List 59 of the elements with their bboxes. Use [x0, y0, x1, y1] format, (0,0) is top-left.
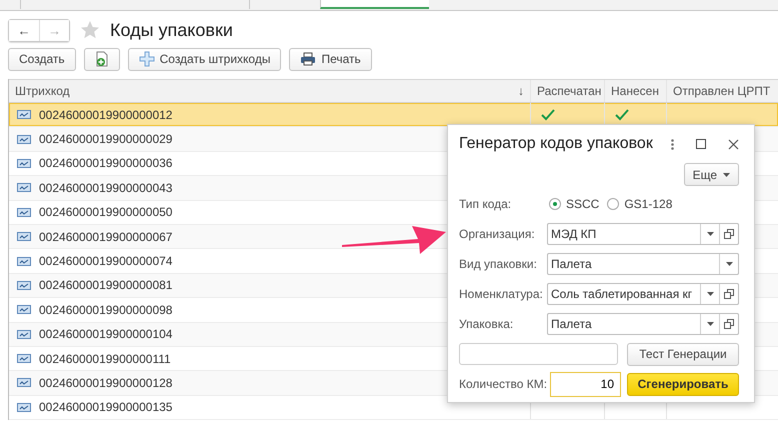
barcode-text: 00246000019900000128 [39, 376, 172, 390]
barcode-text: 00246000019900000012 [39, 108, 172, 122]
table-row[interactable]: 00246000019900000012 [9, 103, 778, 128]
tab[interactable] [320, 0, 429, 9]
barcode-text: 00246000019900000029 [39, 132, 172, 146]
barcode-icon [17, 305, 31, 314]
close-icon [728, 138, 739, 150]
column-header[interactable]: Отправлен ЦРПТ [667, 80, 778, 102]
column-header[interactable]: Распечатан [531, 80, 605, 102]
plus-icon [138, 51, 155, 67]
barcode-text: 00246000019900000043 [39, 180, 172, 195]
toolbar-button[interactable]: Печать [289, 48, 372, 70]
column-header[interactable]: Нанесен [605, 80, 667, 102]
more-icon [671, 138, 674, 150]
field-label: Количество КМ: [459, 377, 547, 391]
test-generation-button[interactable]: Тест Генерации [627, 342, 739, 366]
toolbar-button[interactable]: Создать штрихкоды [128, 48, 282, 70]
more-button[interactable]: Еще [684, 163, 739, 186]
input-field[interactable] [459, 343, 618, 365]
barcode-icon [17, 183, 31, 192]
page-title: Коды упаковки [110, 20, 233, 40]
quantity-field[interactable]: 10 [550, 372, 621, 396]
barcode-icon [17, 330, 31, 339]
dropdown-field[interactable]: Палета [547, 253, 739, 275]
toolbar-button[interactable]: Создать [8, 48, 76, 70]
field-label: Организация: [459, 227, 536, 241]
barcode-text: 00246000019900000104 [39, 327, 172, 342]
field-label: Номенклатура: [459, 287, 544, 301]
barcode-icon [17, 354, 31, 364]
sort-indicator: ↓ [518, 84, 524, 98]
barcode-text: 00246000019900000074 [39, 254, 172, 268]
barcode-icon [17, 378, 31, 388]
dropdown-field[interactable]: Палета [547, 313, 739, 335]
barcode-icon [17, 110, 31, 120]
barcode-text: 00246000019900000081 [39, 278, 172, 292]
barcode-icon [17, 134, 31, 144]
barcode-text: 00246000019900000036 [39, 156, 172, 170]
barcode-icon [17, 280, 31, 290]
new-document-button[interactable] [84, 48, 120, 70]
barcode-text: 00246000019900000135 [39, 400, 172, 414]
barcode-text: 00246000019900000111 [39, 352, 171, 366]
barcode-icon [17, 402, 31, 412]
barcode-icon [17, 256, 31, 266]
dropdown-field[interactable]: Соль таблетированная кг [547, 283, 739, 305]
barcode-icon [17, 208, 31, 217]
dropdown-field[interactable]: МЭД КП [547, 223, 739, 245]
document-plus-icon [94, 51, 109, 67]
dialog-title: Генератор кодов упаковок [459, 135, 654, 153]
barcode-text: 00246000019900000098 [39, 302, 172, 317]
back-button[interactable]: ← [9, 20, 39, 40]
column-header[interactable]: Штрихкод ↓ [9, 80, 531, 102]
generate-button[interactable]: Сгенерировать [627, 372, 739, 396]
barcode-icon [17, 232, 31, 242]
printer-icon [300, 52, 316, 66]
barcode-text: 00246000019900000050 [39, 205, 172, 220]
barcode-text: 00246000019900000067 [39, 230, 172, 244]
maximize-icon [696, 139, 706, 149]
field-label: Вид упаковки: [459, 257, 538, 271]
barcode-icon [17, 158, 31, 168]
